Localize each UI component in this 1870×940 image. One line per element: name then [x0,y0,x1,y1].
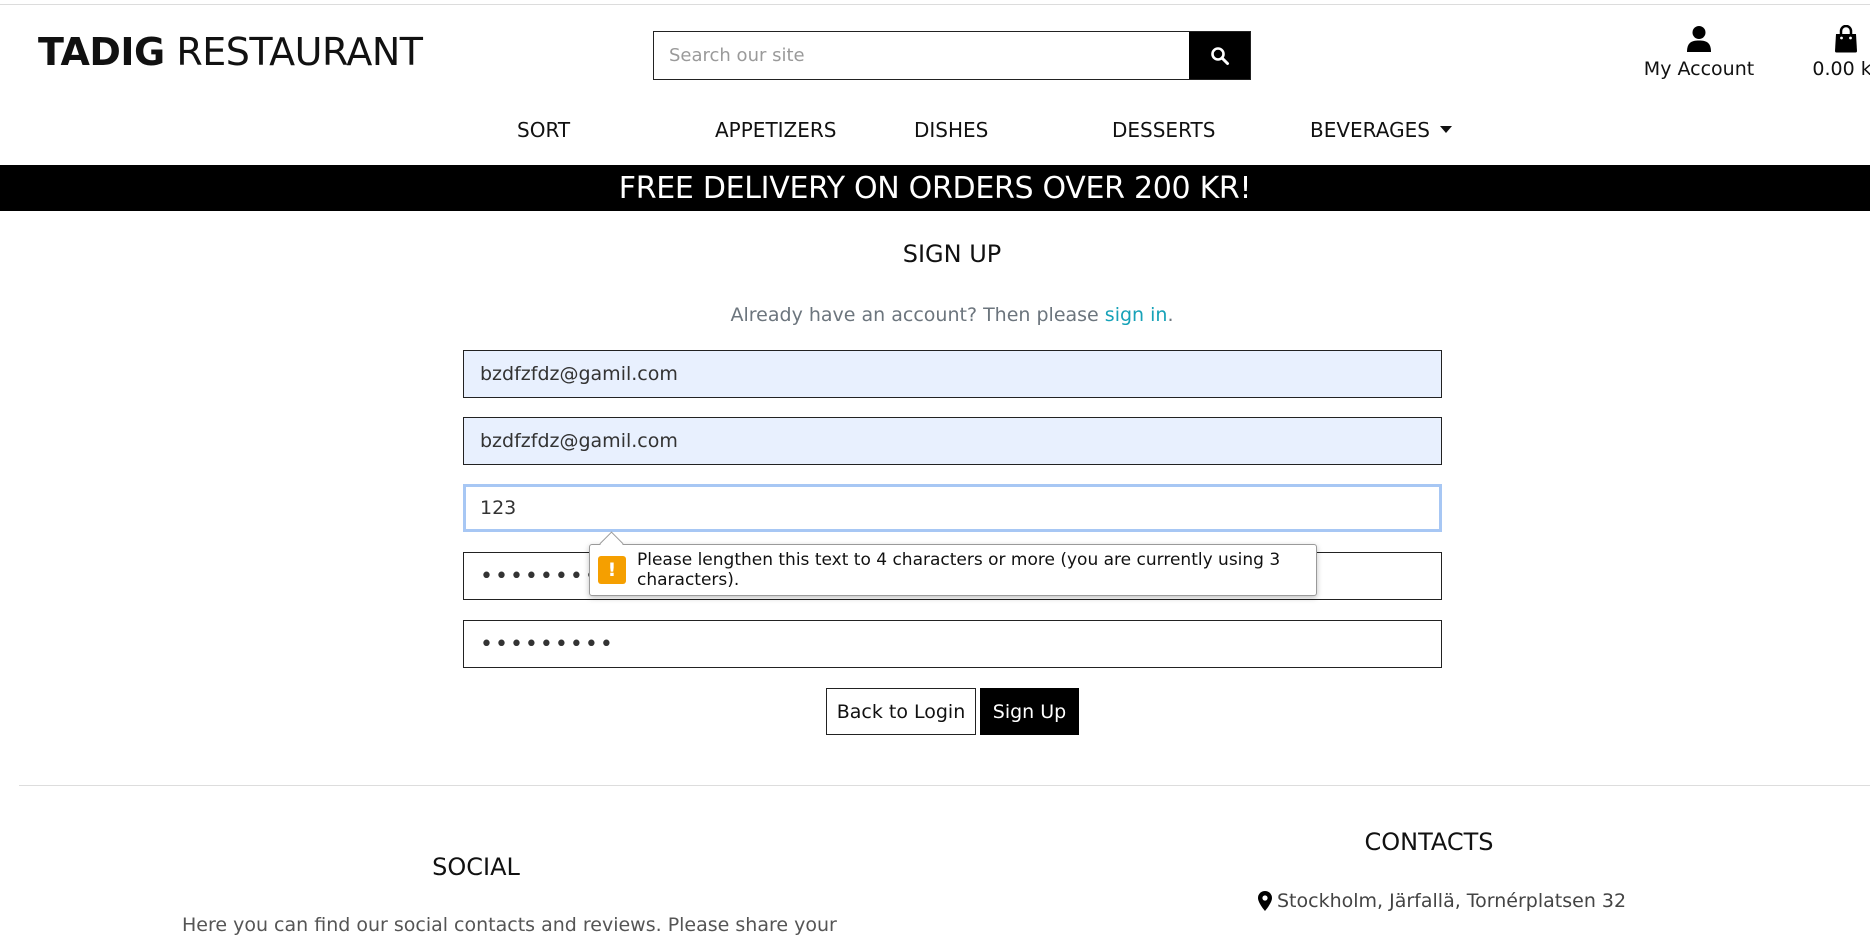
nav-item-dishes[interactable]: DISHES [914,118,988,142]
search-icon [1210,46,1229,65]
chevron-down-icon [1439,126,1452,133]
footer-divider [19,785,1870,786]
username-field[interactable] [463,484,1442,532]
password-confirm-field[interactable] [463,620,1442,668]
main-nav: SORT APPETIZERS DISHES DESSERTS BEVERAGE… [0,118,1870,146]
delivery-banner: FREE DELIVERY ON ORDERS OVER 200 KR! [0,165,1870,211]
validation-message: Please lengthen this text to 4 character… [637,550,1281,590]
contacts-address-text: Stockholm, Järfallä, Tornérplatsen 32 [1277,890,1627,912]
map-marker-icon [1258,891,1272,911]
signin-hint-suffix: . [1167,304,1174,326]
search-input[interactable] [654,32,1189,79]
brand-bold: TADIG [38,30,165,74]
search-form [653,31,1251,80]
warning-icon: ! [598,556,626,584]
social-text: Here you can find our social contacts an… [182,914,837,936]
nav-item-desserts[interactable]: DESSERTS [1112,118,1215,142]
signin-hint-prefix: Already have an account? Then please [730,304,1105,326]
contacts-title: CONTACTS [1364,828,1494,856]
nav-item-beverages-label: BEVERAGES [1310,118,1430,142]
sign-up-button[interactable]: Sign Up [980,688,1079,735]
my-account-link[interactable]: My Account [1640,24,1758,80]
nav-item-sort[interactable]: SORT [517,118,570,142]
contacts-address: Stockholm, Järfallä, Tornérplatsen 32 [1258,890,1626,912]
back-to-login-button[interactable]: Back to Login [826,688,976,735]
email-field[interactable] [463,350,1442,398]
my-account-label: My Account [1643,58,1755,80]
nav-item-appetizers[interactable]: APPETIZERS [715,118,836,142]
shopping-bag-icon [1835,25,1857,53]
cart-link[interactable]: 0.00 kr [1796,24,1870,80]
social-title: SOCIAL [432,853,520,881]
top-divider [0,4,1870,5]
user-icon [1687,26,1711,52]
site-logo[interactable]: TADIG RESTAURANT [38,30,423,74]
signin-hint: Already have an account? Then please sig… [0,304,1870,326]
brand-light: RESTAURANT [176,30,423,74]
email-confirm-field[interactable] [463,417,1442,465]
validation-tooltip: ! Please lengthen this text to 4 charact… [589,544,1317,596]
page-title: SIGN UP [902,240,1002,268]
cart-total: 0.00 kr [1812,58,1870,80]
nav-item-beverages[interactable]: BEVERAGES [1310,118,1452,142]
signin-link[interactable]: sign in [1105,304,1168,326]
search-button[interactable] [1189,32,1250,79]
